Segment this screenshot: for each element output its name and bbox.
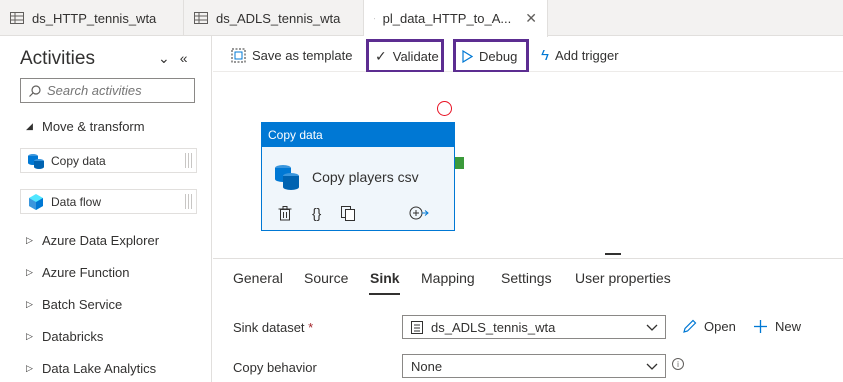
dropdown-value: ds_ADLS_tennis_wta [431, 319, 556, 335]
validate-button[interactable]: ✓ Validate [366, 39, 444, 73]
add-output-icon[interactable] [409, 206, 430, 220]
error-indicator-icon[interactable] [437, 101, 452, 116]
properties-panel: General Source Sink Mapping Settings Use… [213, 258, 843, 382]
activities-panel: Activities ⌄ « ◢ Move & transform Copy d… [0, 36, 212, 382]
chevron-down-icon [646, 324, 658, 331]
caret-right-icon: ▷ [26, 235, 33, 245]
save-as-template-button[interactable]: Save as template [225, 41, 358, 69]
chevron-down-icon [646, 363, 658, 370]
dataset-icon [411, 320, 423, 334]
activity-data-flow[interactable]: Data flow [20, 189, 197, 214]
caret-right-icon: ▷ [26, 331, 33, 341]
copy-data-icon [275, 165, 299, 190]
active-tab-indicator [369, 293, 400, 295]
tab-user-properties[interactable]: User properties [575, 270, 671, 286]
group-move-transform[interactable]: ◢ Move & transform [26, 119, 145, 134]
tab-label: pl_data_HTTP_to_A... [382, 11, 512, 26]
collapse-all-icon[interactable]: ⌄ [158, 50, 170, 67]
activities-title: Activities [20, 48, 95, 69]
open-dataset-button[interactable]: Open [682, 319, 736, 334]
tab-label: ds_ADLS_tennis_wta [216, 10, 341, 26]
drag-handle[interactable] [185, 153, 192, 168]
copy-data-activity-node[interactable]: Copy data Copy players csv {} [261, 122, 455, 231]
data-flow-icon [29, 193, 43, 210]
group-label: Move & transform [42, 119, 145, 134]
category-azure-data-explorer[interactable]: ▷ Azure Data Explorer [26, 233, 159, 248]
table-icon [10, 12, 24, 24]
search-box [20, 78, 195, 103]
pencil-icon [683, 319, 697, 333]
sink-dataset-label: Sink dataset * [233, 320, 313, 335]
tab-sink[interactable]: Sink [370, 270, 400, 286]
tab-mapping[interactable]: Mapping [421, 270, 475, 286]
tab-label: ds_HTTP_tennis_wta [32, 10, 157, 26]
category-batch-service[interactable]: ▷ Batch Service [26, 297, 122, 312]
node-name: Copy players csv [312, 169, 419, 185]
add-trigger-button[interactable]: ϟ Add trigger [535, 41, 625, 69]
button-label: Save as template [252, 47, 353, 63]
tab-ds-http[interactable]: ds_HTTP_tennis_wta [0, 0, 184, 36]
required-mark: * [308, 320, 314, 335]
caret-right-icon: ▷ [26, 299, 33, 309]
button-label: New [775, 319, 802, 334]
pipeline-toolbar: Save as template ✓ Validate Debug ϟ Add … [213, 36, 843, 73]
checkmark-icon: ✓ [375, 47, 387, 64]
lightning-icon: ϟ [541, 46, 549, 64]
label-text: Sink dataset [233, 320, 305, 335]
category-databricks[interactable]: ▷ Databricks [26, 329, 103, 344]
category-label: Batch Service [42, 297, 123, 312]
button-label: Open [704, 319, 736, 334]
caret-right-icon: ▷ [26, 363, 33, 373]
activity-label: Copy data [51, 153, 106, 168]
sink-dataset-dropdown[interactable]: ds_ADLS_tennis_wta [402, 315, 666, 339]
tab-bar: ds_HTTP_tennis_wta ds_ADLS_tennis_wta pl… [0, 0, 843, 37]
search-icon [29, 84, 41, 97]
drag-handle[interactable] [185, 194, 192, 209]
table-icon [194, 12, 208, 24]
debug-button[interactable]: Debug [453, 39, 529, 73]
info-icon[interactable]: i [672, 358, 684, 370]
code-icon[interactable]: {} [312, 205, 321, 221]
caret-right-icon: ▷ [26, 267, 33, 277]
category-data-lake-analytics[interactable]: ▷ Data Lake Analytics [26, 361, 156, 376]
copy-behavior-dropdown[interactable]: None [402, 354, 666, 378]
tab-settings[interactable]: Settings [501, 270, 552, 286]
copy-behavior-label: Copy behavior [233, 360, 317, 375]
category-azure-function[interactable]: ▷ Azure Function [26, 265, 129, 280]
search-input[interactable] [47, 83, 187, 98]
template-icon [231, 48, 246, 62]
plus-icon [754, 320, 767, 333]
category-label: Data Lake Analytics [42, 361, 157, 376]
tab-general[interactable]: General [233, 270, 283, 286]
button-label: Debug [479, 48, 518, 64]
close-icon[interactable]: ✕ [525, 10, 537, 27]
hide-panel-icon[interactable]: « [180, 50, 188, 67]
play-icon [462, 49, 473, 63]
clone-icon[interactable] [341, 205, 356, 221]
pipeline-icon [374, 18, 375, 19]
activity-copy-data[interactable]: Copy data [20, 148, 197, 173]
category-label: Azure Function [42, 265, 130, 280]
category-label: Azure Data Explorer [42, 233, 160, 248]
button-label: Validate [392, 48, 439, 64]
success-output-port[interactable] [455, 157, 464, 169]
node-type: Copy data [262, 123, 454, 147]
copy-data-icon [28, 153, 44, 169]
tab-pipeline[interactable]: pl_data_HTTP_to_A... ✕ [364, 0, 548, 37]
category-label: Databricks [42, 329, 104, 344]
new-dataset-button[interactable]: New [753, 319, 801, 334]
activity-label: Data flow [51, 194, 102, 209]
pipeline-canvas[interactable]: Copy data Copy players csv {} [213, 72, 843, 258]
delete-icon[interactable] [278, 205, 292, 221]
tab-source[interactable]: Source [304, 270, 348, 286]
panel-splitter[interactable] [605, 253, 621, 255]
tab-ds-adls[interactable]: ds_ADLS_tennis_wta [184, 0, 364, 36]
button-label: Add trigger [554, 47, 619, 63]
dropdown-value: None [411, 358, 443, 374]
caret-down-icon: ◢ [26, 121, 33, 131]
